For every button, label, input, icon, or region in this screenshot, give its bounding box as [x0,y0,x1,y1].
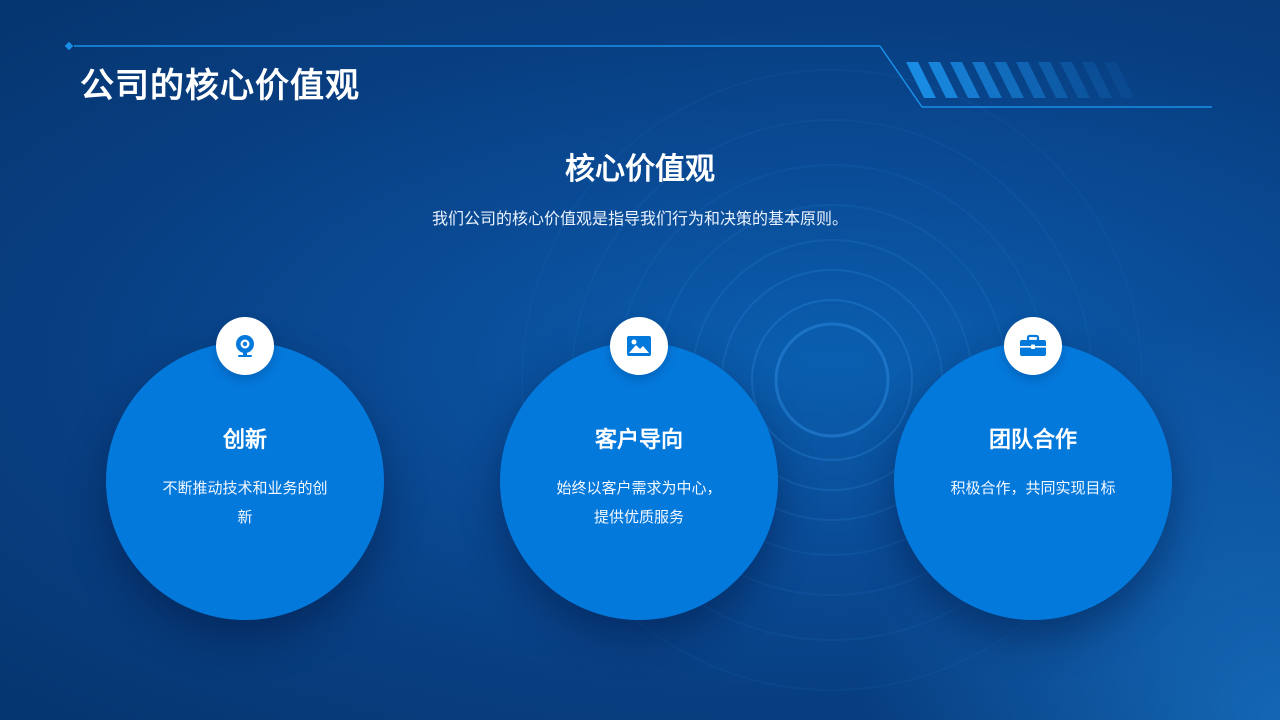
page-title: 公司的核心价值观 [80,66,360,106]
card-title: 客户导向 [594,428,683,453]
webcam-icon [216,317,274,375]
image-icon [610,317,668,375]
card-description: 积极合作，共同实现目标 [950,479,1116,497]
section-title: 核心价值观 [565,152,715,187]
briefcase-icon [1004,317,1062,375]
card-description: 不断推动技术和业务的创新 [162,479,328,526]
value-card-teamwork: 团队合作 积极合作，共同实现目标 [894,317,1172,620]
card-title: 团队合作 [988,428,1077,453]
card-title: 创新 [222,428,267,453]
value-card-innovation: 创新 不断推动技术和业务的创新 [106,317,384,620]
section-subtitle: 我们公司的核心价值观是指导我们行为和决策的基本原则。 [431,209,848,228]
value-card-customer: 客户导向 始终以客户需求为中心，提供优质服务 [500,317,778,620]
card-description: 始终以客户需求为中心，提供优质服务 [556,479,722,526]
